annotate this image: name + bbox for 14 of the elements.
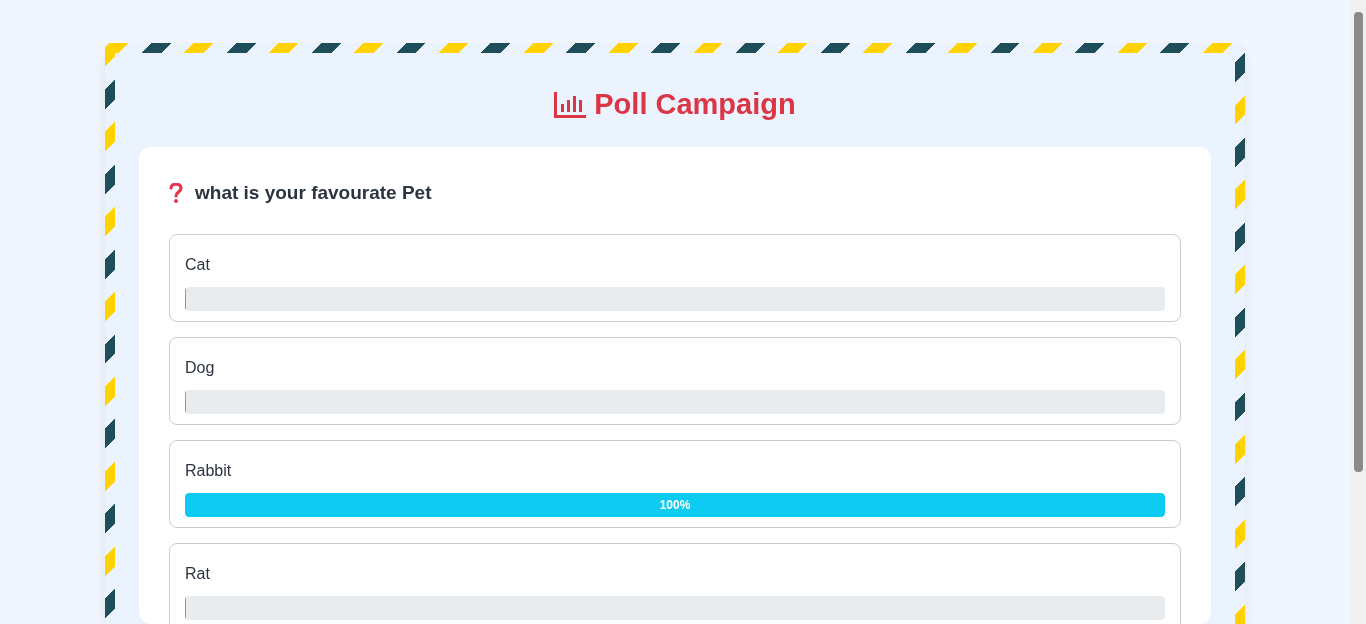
- option-label: Rabbit: [185, 460, 233, 481]
- page-title: Poll Campaign: [594, 87, 796, 123]
- question-mark-icon: [169, 183, 183, 204]
- poll-option[interactable]: Cat: [169, 233, 1181, 322]
- poll-option[interactable]: Dog: [169, 336, 1181, 425]
- poll-question: what is your favourate Pet: [195, 181, 432, 205]
- poll-option[interactable]: Rabbit 100%: [169, 439, 1181, 528]
- progress-fill: 100%: [185, 492, 1165, 517]
- option-label: Dog: [185, 357, 216, 378]
- scrollbar[interactable]: [1350, 0, 1366, 624]
- poll-option[interactable]: Rat: [169, 542, 1181, 624]
- option-label: Cat: [185, 254, 211, 275]
- option-label: Rat: [185, 563, 211, 584]
- bar-chart-icon: [554, 92, 587, 118]
